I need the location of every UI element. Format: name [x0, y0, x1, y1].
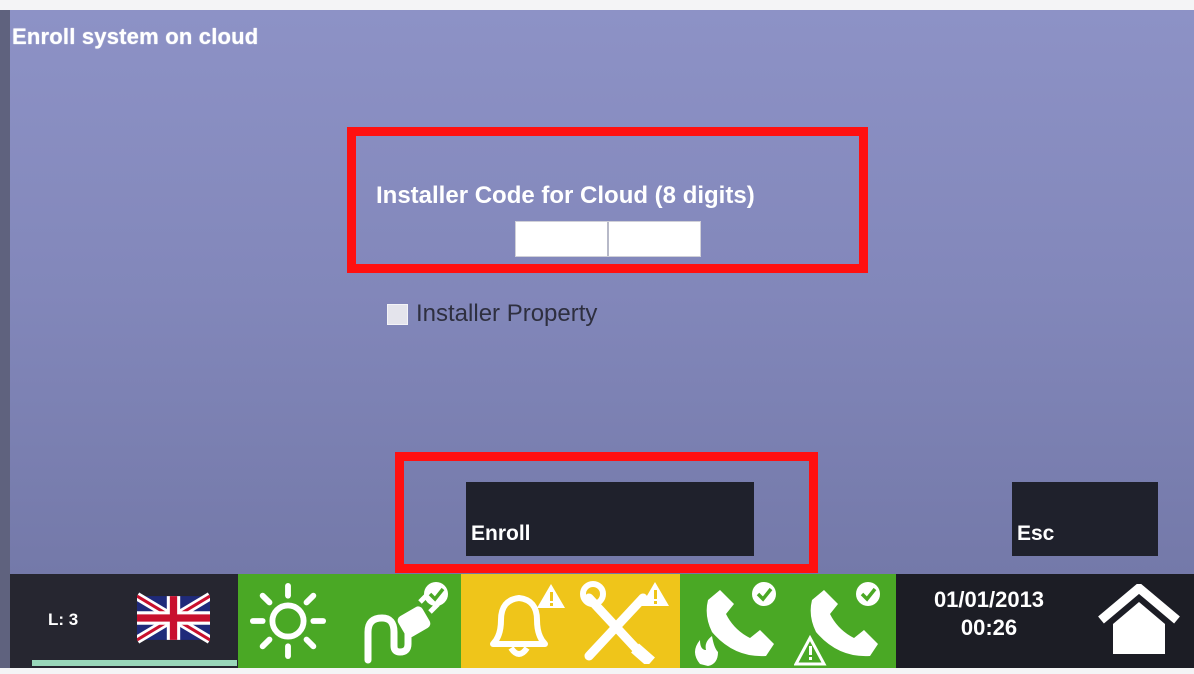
installer-code-input[interactable] [515, 221, 701, 257]
time-text: 00:26 [960, 615, 1018, 640]
phone-fire-check-icon[interactable] [690, 580, 786, 666]
installer-property-checkbox[interactable] [387, 303, 408, 325]
status-segment-home [1082, 574, 1194, 668]
uk-flag-icon[interactable] [137, 592, 210, 644]
power-plug-check-icon[interactable] [358, 580, 450, 664]
bell-warning-icon[interactable] [479, 582, 567, 662]
installer-code-label: Installer Code for Cloud (8 digits) [376, 182, 755, 209]
level-underline [32, 660, 237, 666]
status-segment-communication [680, 574, 896, 668]
input-divider [607, 222, 609, 256]
main-screen: Enroll system on cloud Installer Code fo… [10, 10, 1194, 574]
date-text: 01/01/2013 [933, 587, 1045, 612]
installer-property-row[interactable]: Installer Property [387, 300, 597, 328]
left-border [0, 10, 10, 668]
status-bar: L: 3 01/01/2013 00:26 [10, 574, 1194, 668]
esc-button[interactable]: Esc [1012, 482, 1158, 556]
status-segment-alarm [461, 574, 680, 668]
datetime-display[interactable]: 01/01/2013 00:26 [896, 586, 1082, 642]
enroll-button[interactable]: Enroll [466, 482, 754, 556]
status-segment-power [238, 574, 461, 668]
sun-icon[interactable] [248, 582, 328, 660]
home-icon[interactable] [1097, 584, 1181, 656]
phone-warning-check-icon[interactable] [794, 580, 890, 666]
page-title: Enroll system on cloud [12, 24, 259, 49]
tools-warning-icon[interactable] [579, 580, 671, 664]
installer-property-label: Installer Property [416, 300, 598, 327]
bottom-border [0, 668, 1194, 674]
level-indicator: L: 3 [48, 610, 79, 629]
status-segment-datetime: 01/01/2013 00:26 [896, 574, 1082, 668]
